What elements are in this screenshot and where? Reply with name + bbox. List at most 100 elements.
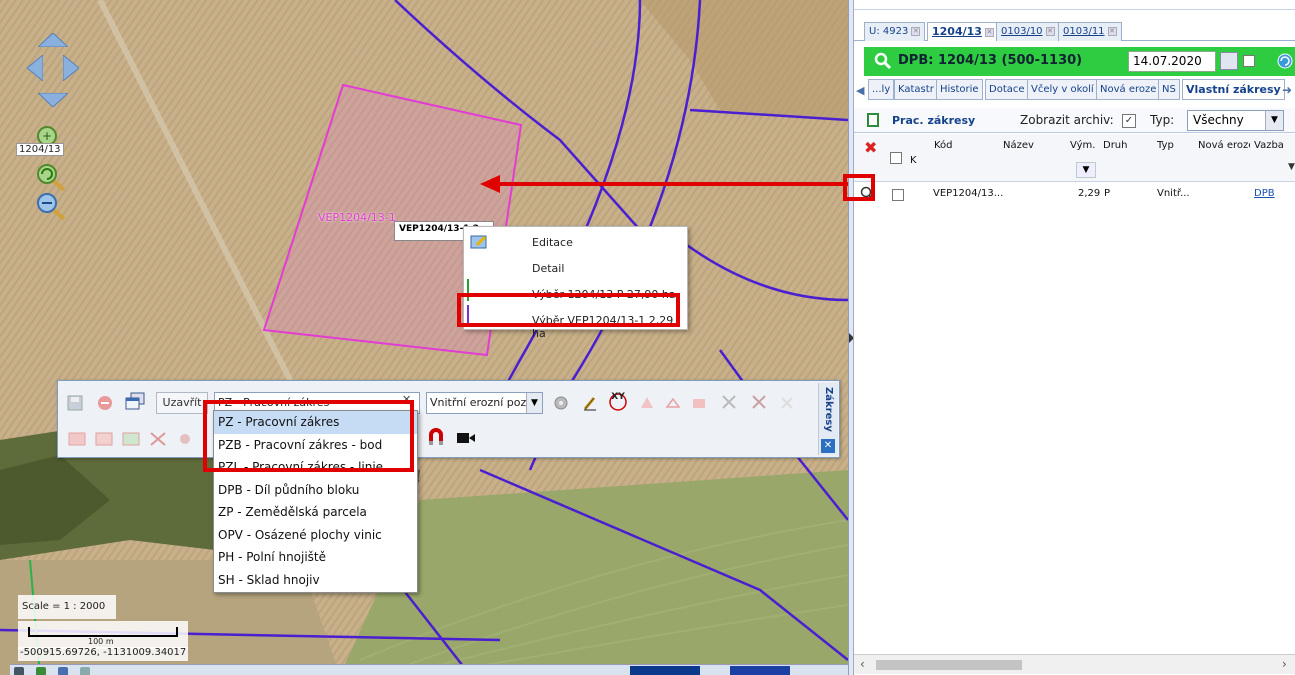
date-checkbox[interactable] (1243, 55, 1255, 67)
scroll-left-icon[interactable]: ‹ (860, 657, 865, 671)
tool-icon[interactable] (36, 667, 46, 675)
subtab-scroll-left-icon[interactable]: ◀ (856, 84, 864, 97)
menu-item-editace[interactable]: Editace (532, 236, 573, 249)
column-nova-eroze[interactable]: Nová eroze (1198, 140, 1250, 151)
type-dropdown-list: PZ - Pracovní zákres PZB - Pracovní zákr… (213, 410, 418, 593)
cell-kod: VEP1204/13... (933, 188, 1004, 199)
pan-left-icon[interactable] (27, 55, 43, 81)
node-icon[interactable] (174, 429, 196, 449)
type-option[interactable]: ZP - Zemědělská parcela (214, 501, 417, 524)
column-nazev[interactable]: Název (1003, 140, 1034, 151)
layer-edit-icon[interactable] (93, 429, 115, 449)
close-tab-icon[interactable]: ✕ (911, 26, 921, 36)
split-icon[interactable] (748, 392, 770, 412)
zoom-to-row-icon[interactable] (860, 186, 876, 202)
column-typ[interactable]: Typ (1157, 140, 1174, 151)
calendar-icon[interactable] (1220, 52, 1238, 70)
windows-icon[interactable] (124, 391, 146, 411)
menu-item-select-block[interactable]: Výběr 1204/13 P 27,90 ha (532, 288, 676, 301)
tab-1204-13[interactable]: 1204/13 ✕ (927, 22, 999, 41)
cancel-icon[interactable] (94, 393, 116, 413)
pan-right-icon[interactable] (63, 55, 79, 81)
edit-icon (470, 235, 487, 249)
scale-bar: 100 m (18, 621, 188, 649)
subtab-historie[interactable]: Historie (936, 79, 983, 100)
vertex-icon[interactable] (147, 429, 169, 449)
close-tab-icon[interactable]: ✕ (1107, 26, 1117, 36)
layer-icon[interactable] (66, 429, 88, 449)
column-druh[interactable]: Druh (1103, 140, 1128, 151)
pan-up-icon[interactable] (38, 33, 68, 47)
subtab-ly[interactable]: ...ly (868, 79, 895, 100)
zoom-out-icon[interactable] (34, 191, 70, 221)
typ-select[interactable]: Všechny ▼ (1187, 110, 1284, 131)
menu-item-detail[interactable]: Detail (532, 262, 564, 275)
close-tab-icon[interactable]: ✕ (984, 27, 994, 37)
subtab-dotace[interactable]: Dotace (985, 79, 1029, 100)
chevron-down-icon[interactable]: ▼ (1265, 111, 1283, 130)
horizontal-scrollbar[interactable]: ‹ › (854, 654, 1295, 674)
tool-icon[interactable] (14, 667, 24, 675)
tab-u-4923[interactable]: U: 4923 ✕ (864, 22, 926, 41)
delete-icon[interactable] (776, 393, 798, 413)
layer-green-icon[interactable] (120, 429, 142, 449)
close-toolbar-icon[interactable]: ✕ (821, 439, 835, 453)
cut-icon[interactable] (718, 392, 740, 412)
search-icon[interactable] (874, 52, 892, 70)
date-field[interactable]: 14.07.2020 (1128, 51, 1216, 72)
chevron-down-icon[interactable]: ▼ (1288, 162, 1295, 172)
refresh-icon[interactable] (1276, 52, 1294, 70)
camera-icon[interactable] (455, 428, 477, 448)
subtab-katastr[interactable]: Katastr (894, 79, 938, 100)
tab-0103-10[interactable]: 0103/10 ✕ (996, 22, 1060, 41)
excel-icon[interactable] (866, 112, 880, 128)
map-view[interactable]: + 1204/13 VEP1204/13-1 VEP1204/13-1 2 Ed… (0, 0, 848, 675)
merge-icon[interactable] (688, 393, 710, 413)
subtab-scroll-right-icon[interactable]: ➜ (1282, 83, 1292, 97)
type-option[interactable]: PZB - Pracovní zákres - bod (214, 434, 417, 457)
polygon-icon[interactable] (662, 393, 684, 413)
close-button[interactable]: Uzavřít (156, 392, 208, 414)
menu-item-select-parcel[interactable]: Výběr VEP1204/13-1 2,29 ha (532, 314, 687, 340)
type-option[interactable]: SH - Sklad hnojiv (214, 569, 417, 592)
select-all-checkbox[interactable] (890, 152, 902, 164)
druh-filter-icon[interactable]: ▼ (1076, 162, 1096, 178)
zoom-refresh-icon[interactable] (34, 162, 70, 192)
type-option[interactable]: PZL - Pracovní zákres - linie (214, 456, 417, 479)
subtab-vlastni-zakresy[interactable]: Vlastní zákresy (1182, 79, 1285, 100)
save-icon[interactable] (64, 393, 86, 413)
type-option[interactable]: PZ - Pracovní zákres (214, 411, 417, 434)
type-option[interactable]: OPV - Osázené plochy vinic (214, 524, 417, 547)
pencil-icon[interactable] (579, 393, 601, 413)
tool-icon[interactable] (58, 667, 68, 675)
clear-type-icon[interactable]: ✕ (402, 393, 411, 406)
cell-vazba-link[interactable]: DPB (1254, 188, 1275, 199)
column-vym[interactable]: Vým. (1070, 140, 1095, 151)
scrollbar-thumb[interactable] (876, 660, 1022, 670)
chevron-down-icon[interactable]: ▼ (526, 393, 542, 413)
subtab-ns[interactable]: NS (1158, 79, 1180, 100)
close-tab-icon[interactable]: ✕ (1045, 26, 1055, 36)
xy-coordinates-icon[interactable]: XY (607, 390, 629, 411)
type-option[interactable]: PH - Polní hnojiště (214, 546, 417, 569)
archive-checkbox[interactable]: ✓ (1122, 114, 1136, 128)
prac-zakresy-label[interactable]: Prac. zákresy (892, 114, 975, 127)
eu-flag-logo (730, 666, 790, 675)
scroll-right-icon[interactable]: › (1282, 657, 1287, 671)
subtab-nova-eroze[interactable]: Nová eroze (1096, 79, 1161, 100)
delete-icon[interactable]: ✖ (864, 138, 877, 157)
tool-icon[interactable] (80, 667, 90, 675)
type-option[interactable]: DPB - Díl půdního bloku (214, 479, 417, 502)
column-k[interactable]: K (910, 155, 917, 166)
scale-label: Scale = 1 : 2000 (18, 595, 116, 619)
column-vazba[interactable]: Vazba (1254, 140, 1284, 151)
bottom-toolbar (10, 664, 848, 675)
column-kod[interactable]: Kód (934, 140, 953, 151)
row-checkbox[interactable] (892, 189, 904, 201)
erase-polygon-icon[interactable] (636, 393, 658, 413)
subtab-vcely[interactable]: Včely v okolí (1027, 79, 1098, 100)
magnet-icon[interactable] (425, 427, 447, 447)
settings-gear-icon[interactable] (550, 393, 572, 413)
pan-down-icon[interactable] (38, 93, 68, 107)
tab-0103-11[interactable]: 0103/11 ✕ (1058, 22, 1122, 41)
